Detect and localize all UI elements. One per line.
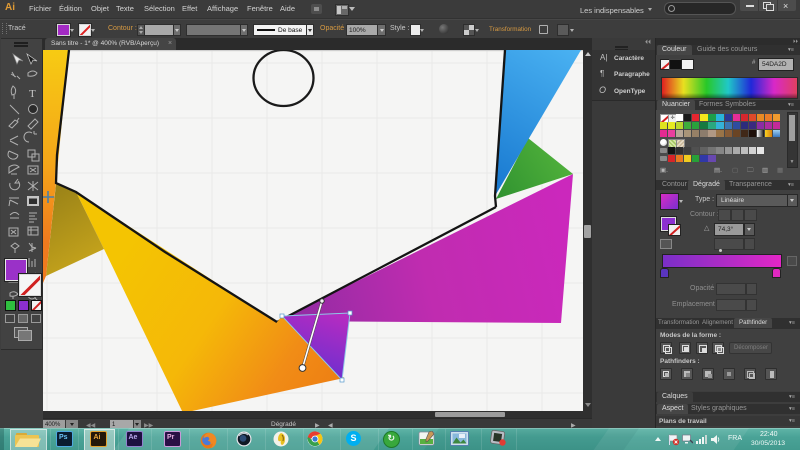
svg-text:T: T [29, 88, 36, 100]
